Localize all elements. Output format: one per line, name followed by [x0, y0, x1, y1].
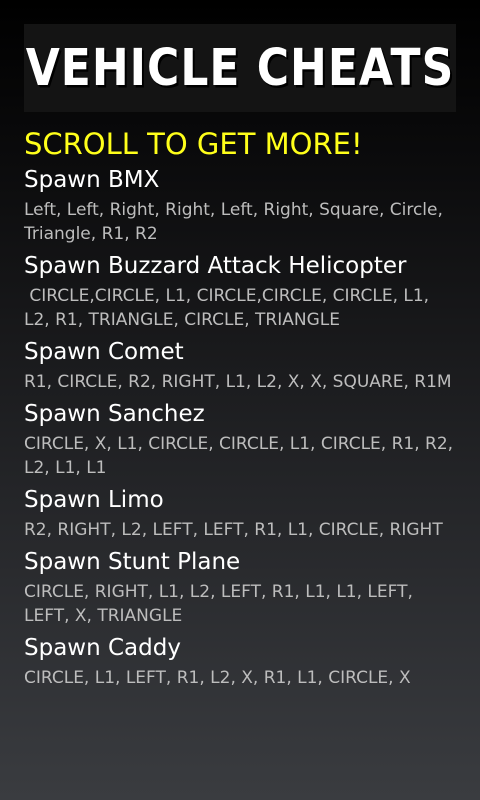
list-item: Spawn BMX Left, Left, Right, Right, Left… — [24, 164, 460, 246]
cheat-code: CIRCLE, X, L1, CIRCLE, CIRCLE, L1, CIRCL… — [24, 434, 454, 478]
cheat-code: CIRCLE, L1, LEFT, R1, L2, X, R1, L1, CIR… — [24, 668, 411, 688]
cheat-name: Spawn Comet — [24, 339, 184, 365]
cheat-name: Spawn Buzzard Attack Helicopter — [24, 253, 407, 279]
header-banner: VEHICLE CHEATS — [24, 24, 456, 112]
cheat-name: Spawn Stunt Plane — [24, 549, 241, 575]
cheat-code: Left, Left, Right, Right, Left, Right, S… — [24, 200, 443, 244]
cheat-list[interactable]: SCROLL TO GET MORE! Spawn BMX Left, Left… — [24, 124, 460, 694]
cheat-code: CIRCLE,CIRCLE, L1, CIRCLE,CIRCLE, CIRCLE… — [24, 286, 435, 330]
cheat-code: R2, RIGHT, L2, LEFT, LEFT, R1, L1, CIRCL… — [24, 520, 443, 540]
cheat-name: Spawn Caddy — [24, 635, 181, 661]
cheat-name: Spawn BMX — [24, 167, 160, 193]
list-item: Spawn Sanchez CIRCLE, X, L1, CIRCLE, CIR… — [24, 398, 460, 480]
scroll-hint: SCROLL TO GET MORE! — [24, 127, 363, 161]
cheat-name: Spawn Sanchez — [24, 401, 205, 427]
list-item: Spawn Comet R1, CIRCLE, R2, RIGHT, L1, L… — [24, 336, 460, 394]
cheat-code: CIRCLE, RIGHT, L1, L2, LEFT, R1, L1, L1,… — [24, 582, 413, 626]
list-item: Spawn Limo R2, RIGHT, L2, LEFT, LEFT, R1… — [24, 484, 460, 542]
cheat-name: Spawn Limo — [24, 487, 164, 513]
cheat-code: R1, CIRCLE, R2, RIGHT, L1, L2, X, X, SQU… — [24, 372, 452, 392]
list-item: Spawn Caddy CIRCLE, L1, LEFT, R1, L2, X,… — [24, 632, 460, 690]
list-item: Spawn Buzzard Attack Helicopter CIRCLE,C… — [24, 250, 460, 332]
list-item: Spawn Stunt Plane CIRCLE, RIGHT, L1, L2,… — [24, 546, 460, 628]
page-title: VEHICLE CHEATS — [25, 38, 455, 98]
